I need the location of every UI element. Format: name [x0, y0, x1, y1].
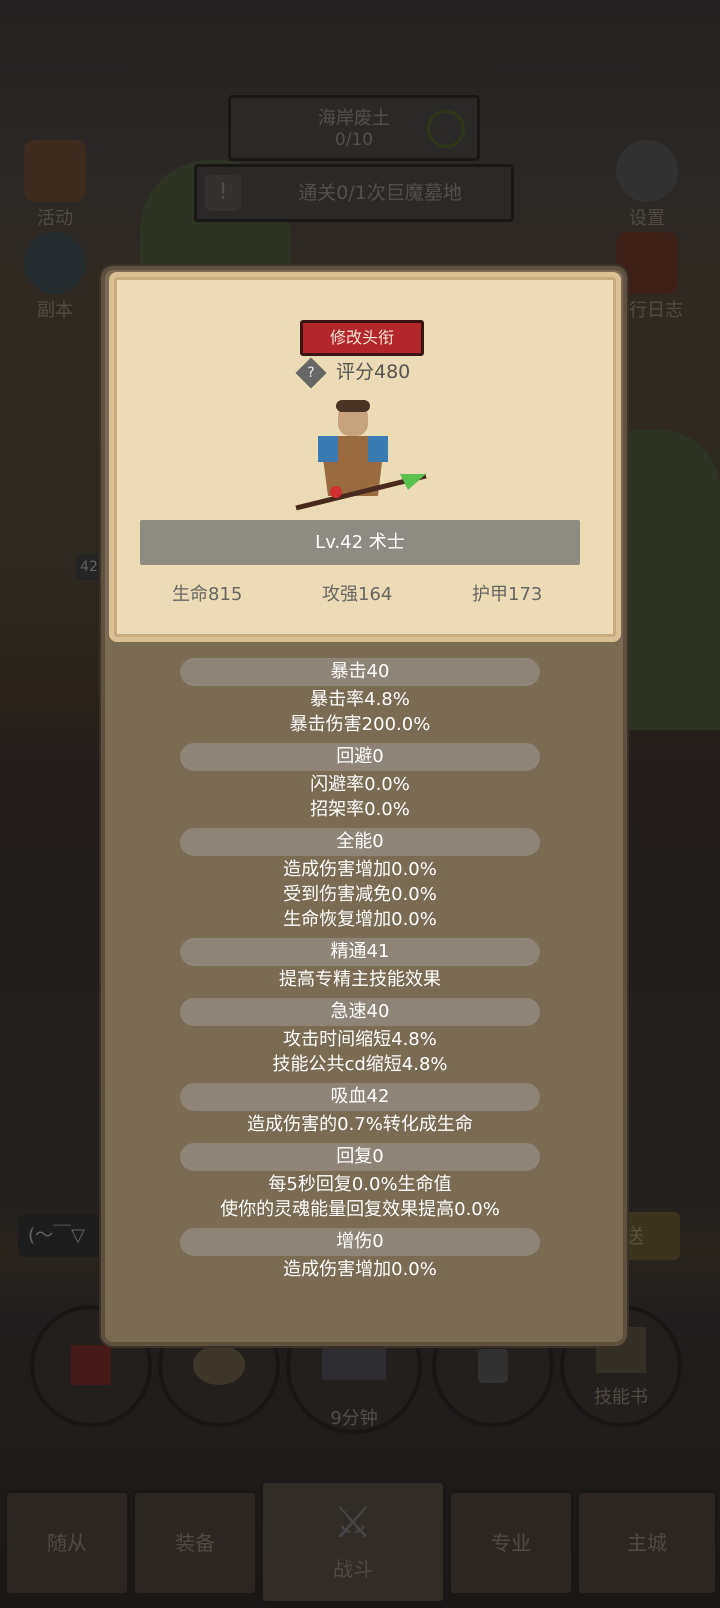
stat-line: 招架率0.0%	[310, 799, 410, 820]
level-class-bar: Lv.42 术士	[140, 520, 580, 565]
stat-header: 吸血42	[180, 1083, 540, 1111]
help-icon[interactable]: ?	[295, 356, 327, 389]
stat-line: 生命恢复增加0.0%	[283, 909, 437, 930]
stat-header: 增伤0	[180, 1228, 540, 1256]
stat-line: 造成伤害的0.7%转化成生命	[247, 1114, 473, 1135]
stat-header: 精通41	[180, 938, 540, 966]
stat-line: 每5秒回复0.0%生命值	[268, 1174, 452, 1195]
warlock-character-sprite	[295, 400, 427, 511]
stat-line: 提高专精主技能效果	[279, 969, 441, 990]
stat-header: 回复0	[180, 1143, 540, 1171]
stat-line: 受到伤害减免0.0%	[283, 884, 437, 905]
stat-header: 急速40	[180, 998, 540, 1026]
score-row: ? 评分480	[295, 356, 411, 389]
stat-line: 闪避率0.0%	[310, 774, 410, 795]
hp-stat: 生命815	[172, 584, 243, 605]
attack-stat: 攻强164	[322, 584, 393, 605]
stat-line: 造成伤害增加0.0%	[283, 1259, 437, 1280]
stat-line: 攻击时间缩短4.8%	[283, 1029, 437, 1050]
armor-stat: 护甲173	[472, 584, 543, 605]
stat-line: 暴击伤害200.0%	[289, 714, 431, 735]
stat-header: 回避0	[180, 743, 540, 771]
stat-line: 暴击率4.8%	[310, 689, 410, 710]
score-value: 评分480	[336, 361, 411, 383]
stat-line: 使你的灵魂能量回复效果提高0.0%	[220, 1199, 500, 1220]
stat-line: 技能公共cd缩短4.8%	[272, 1054, 448, 1075]
stat-header: 全能0	[180, 828, 540, 856]
stat-line: 造成伤害增加0.0%	[283, 859, 437, 880]
modify-title-button[interactable]: 修改头衔	[300, 320, 424, 356]
stat-header: 暴击40	[180, 658, 540, 686]
